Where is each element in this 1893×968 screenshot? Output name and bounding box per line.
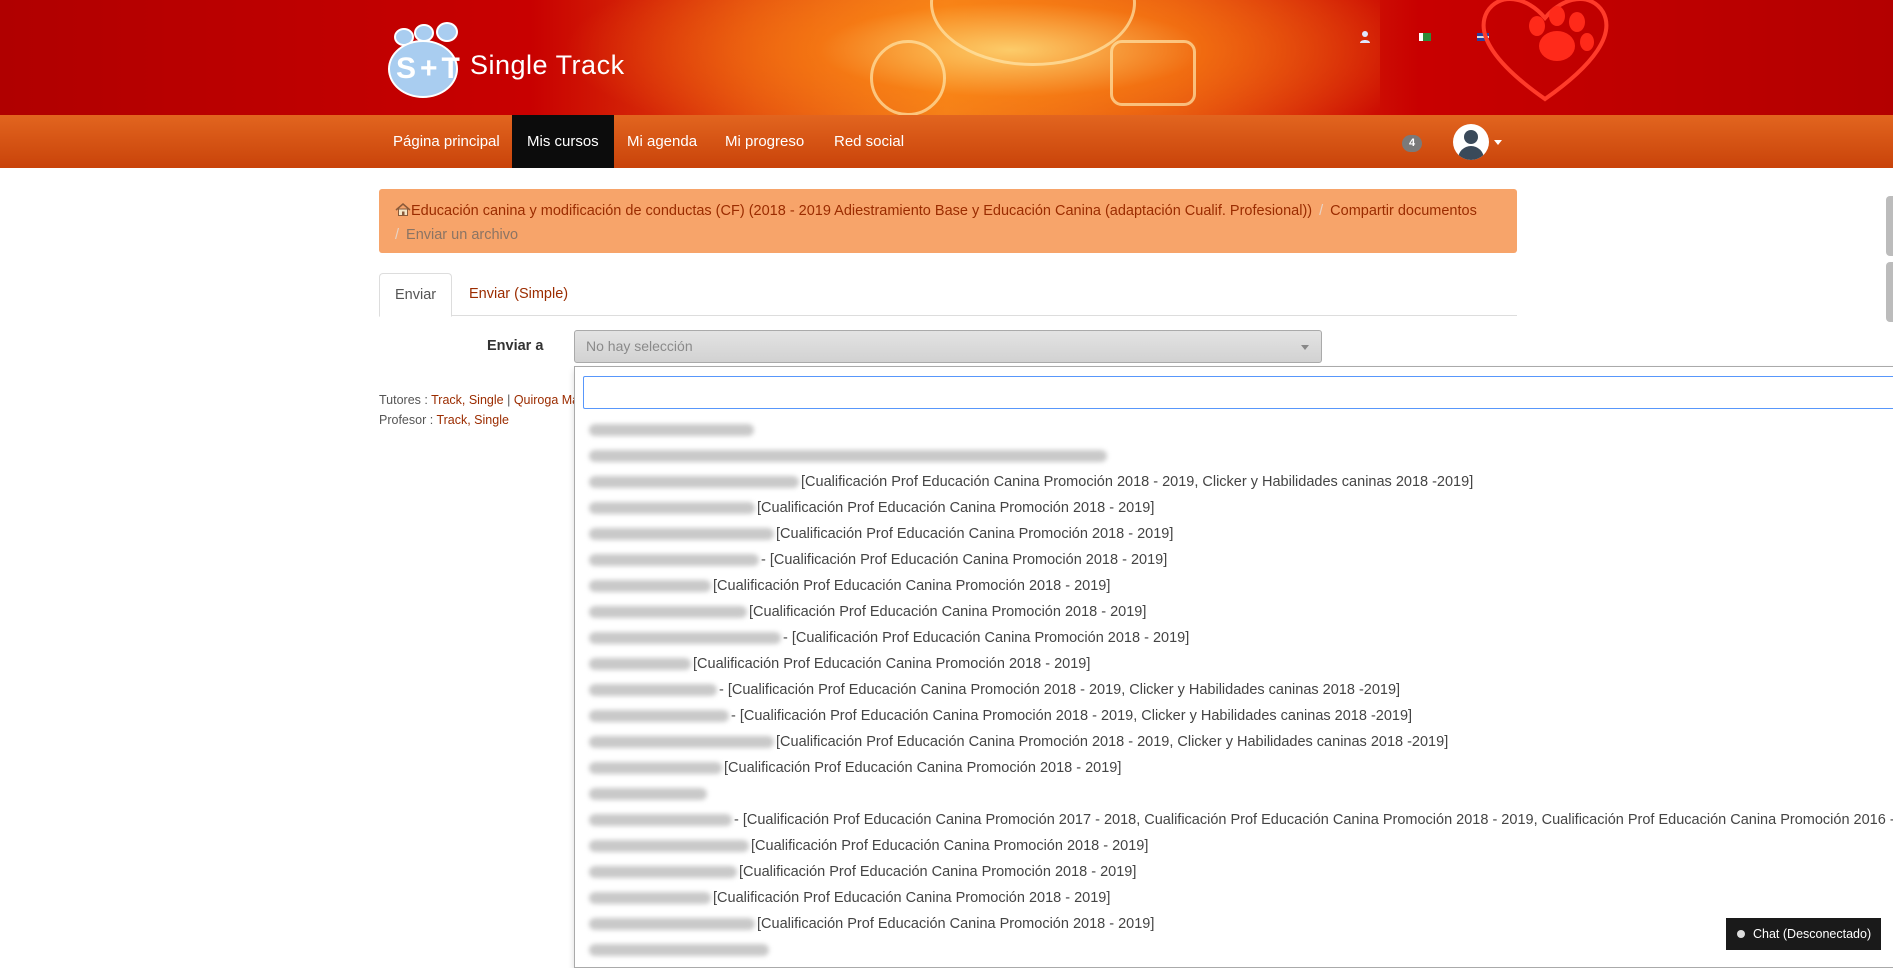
option-text: - [Cualificación Prof Educación Canina P…	[719, 682, 1401, 698]
nav-social[interactable]: Red social	[819, 115, 919, 168]
chat-status-bar[interactable]: Chat (Desconectado)	[1726, 918, 1881, 950]
list-item[interactable]: [Cualificación Prof Educación Canina Pro…	[589, 911, 1893, 937]
option-text: [Cualificación Prof Educación Canina Pro…	[776, 526, 1174, 542]
option-text: [Cualificación Prof Educación Canina Pro…	[713, 578, 1111, 594]
send-to-label: Enviar a	[487, 338, 544, 354]
recipient-select[interactable]: No hay selección	[574, 330, 1322, 363]
tab-bar: Enviar Enviar (Simple)	[379, 273, 1517, 317]
list-item[interactable]: [Cualificación Prof Educación Canina Pro…	[589, 833, 1893, 859]
nav-progress[interactable]: Mi progreso	[710, 115, 819, 168]
option-text: - [Cualificación Prof Educación Canina P…	[734, 812, 1893, 828]
option-text: - [Cualificación Prof Educación Canina P…	[761, 552, 1168, 568]
logo-mark-text: S+T	[396, 52, 464, 85]
user-icon[interactable]	[1358, 30, 1372, 44]
notifications-badge[interactable]: 4	[1402, 135, 1422, 152]
breadcrumb-separator: /	[1319, 203, 1324, 219]
list-item[interactable]: [Cualificación Prof Educación Canina Pro…	[589, 521, 1893, 547]
option-text: - [Cualificación Prof Educación Canina P…	[783, 630, 1190, 646]
option-text: [Cualificación Prof Educación Canina Pro…	[757, 916, 1155, 932]
teacher-label: Profesor :	[379, 413, 434, 427]
option-text: [Cualificación Prof Educación Canina Pro…	[693, 656, 1091, 672]
list-item[interactable]: [Cualificación Prof Educación Canina Pro…	[589, 859, 1893, 885]
list-item[interactable]	[589, 443, 1893, 469]
site-logo[interactable]: S+T Single Track	[384, 22, 625, 98]
list-item[interactable]: - [Cualificación Prof Educación Canina P…	[589, 703, 1893, 729]
list-item[interactable]: - [Cualificación Prof Educación Canina P…	[589, 807, 1893, 833]
breadcrumb-current: Enviar un archivo	[406, 227, 519, 243]
list-item[interactable]: - [Cualificación Prof Educación Canina P…	[589, 677, 1893, 703]
tutor-separator: |	[507, 393, 511, 407]
select-placeholder: No hay selección	[586, 338, 693, 354]
list-item[interactable]	[589, 417, 1893, 443]
option-text: [Cualificación Prof Educación Canina Pro…	[801, 474, 1474, 490]
side-panel-handle[interactable]	[1886, 262, 1893, 322]
option-text: [Cualificación Prof Educación Canina Pro…	[713, 890, 1111, 906]
list-item[interactable]	[589, 937, 1893, 963]
list-item[interactable]: - [Cualificación Prof Educación Canina P…	[589, 547, 1893, 573]
breadcrumb-course-link[interactable]: Educación canina y modificación de condu…	[411, 203, 1312, 219]
banner-decoration	[1110, 40, 1196, 106]
tab-send-simple[interactable]: Enviar (Simple)	[454, 273, 583, 315]
breadcrumb-section-link[interactable]: Compartir documentos	[1330, 203, 1477, 219]
logo-icon: S+T	[384, 22, 464, 98]
nav-home[interactable]: Página principal	[378, 115, 515, 168]
banner-decoration	[870, 40, 946, 115]
nav-my-courses[interactable]: Mis cursos	[512, 115, 614, 168]
option-text: - [Cualificación Prof Educación Canina P…	[731, 708, 1413, 724]
option-text: [Cualificación Prof Educación Canina Pro…	[751, 838, 1149, 854]
nav-agenda[interactable]: Mi agenda	[612, 115, 712, 168]
chevron-down-icon[interactable]	[1494, 140, 1502, 145]
option-text: [Cualificación Prof Educación Canina Pro…	[724, 760, 1122, 776]
option-text: [Cualificación Prof Educación Canina Pro…	[757, 500, 1155, 516]
avatar[interactable]	[1453, 124, 1489, 160]
list-item[interactable]: [Cualificación Prof Educación Canina Pro…	[589, 755, 1893, 781]
chat-status-label: Chat (Desconectado)	[1753, 927, 1872, 941]
side-panel-handle[interactable]	[1886, 196, 1893, 256]
course-staff: Tutores : Track, Single | Quiroga Ma Pro…	[379, 390, 579, 430]
dropdown-search-input[interactable]	[583, 376, 1893, 409]
list-item[interactable]: [Cualificación Prof Educación Canina Pro…	[589, 573, 1893, 599]
list-item[interactable]: - [Cualificación Prof Educación Canina P…	[589, 625, 1893, 651]
breadcrumb-separator: /	[395, 227, 400, 243]
list-item[interactable]: [Cualificación Prof Educación Canina Pro…	[589, 599, 1893, 625]
tutor-link[interactable]: Quiroga Ma	[514, 393, 579, 407]
list-item[interactable]: [Cualificación Prof Educación Canina Pro…	[589, 469, 1893, 495]
header-banner: S+T Single Track	[0, 0, 1893, 115]
tab-send[interactable]: Enviar	[379, 273, 453, 317]
tutors-label: Tutores :	[379, 393, 428, 407]
dropdown-options: [Cualificación Prof Educación Canina Pro…	[589, 417, 1893, 963]
list-item[interactable]: [Cualificación Prof Educación Canina Pro…	[589, 729, 1893, 755]
list-item[interactable]: [Cualificación Prof Educación Canina Pro…	[589, 885, 1893, 911]
recipient-dropdown: [Cualificación Prof Educación Canina Pro…	[574, 366, 1893, 968]
list-item[interactable]: [Cualificación Prof Educación Canina Pro…	[589, 651, 1893, 677]
breadcrumb: Educación canina y modificación de condu…	[379, 189, 1517, 253]
teacher-link[interactable]: Track, Single	[436, 413, 508, 427]
list-item[interactable]	[589, 781, 1893, 807]
list-item[interactable]: [Cualificación Prof Educación Canina Pro…	[589, 495, 1893, 521]
site-name: Single Track	[470, 49, 625, 80]
home-icon[interactable]	[395, 203, 411, 216]
paw-heart-icon	[1481, 0, 1609, 102]
tutor-link[interactable]: Track, Single	[431, 393, 503, 407]
chevron-down-icon	[1301, 345, 1309, 350]
main-navbar: Página principal Mis cursos Mi agenda Mi…	[0, 115, 1893, 168]
option-text: [Cualificación Prof Educación Canina Pro…	[749, 604, 1147, 620]
status-dot-icon	[1737, 930, 1745, 938]
flag-icon[interactable]	[1418, 30, 1432, 44]
option-text: [Cualificación Prof Educación Canina Pro…	[739, 864, 1137, 880]
option-text: [Cualificación Prof Educación Canina Pro…	[776, 734, 1449, 750]
